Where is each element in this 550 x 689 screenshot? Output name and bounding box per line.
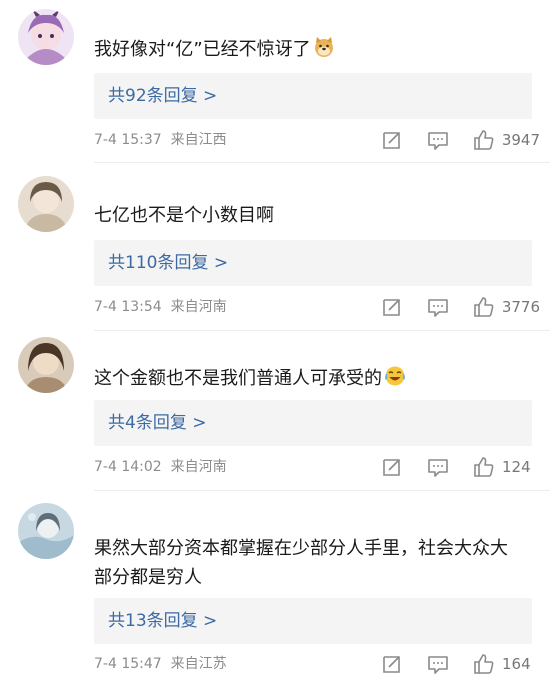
thumbs-up-icon[interactable]	[472, 455, 496, 479]
comment-meta: 7-4 15:47 来自江苏 164	[94, 652, 540, 676]
forward-icon[interactable]	[380, 128, 404, 152]
comment-location: 来自江苏	[170, 656, 227, 672]
comment-icon[interactable]	[426, 128, 450, 152]
thumbs-up-icon[interactable]	[472, 295, 496, 319]
divider	[94, 330, 550, 331]
laugh-cry-emoji-icon	[384, 365, 406, 396]
doge-emoji-icon	[313, 36, 335, 67]
comment-text: 七亿也不是个小数目啊	[94, 201, 524, 230]
comment-time: 7-4 13:54	[94, 299, 162, 315]
avatar[interactable]	[18, 176, 74, 232]
comment-icon[interactable]	[426, 652, 450, 676]
forward-icon[interactable]	[380, 295, 404, 319]
avatar-image	[18, 337, 74, 393]
comment-icon[interactable]	[426, 455, 450, 479]
like-count: 3947	[501, 131, 540, 149]
comment-time: 7-4 14:02	[94, 459, 162, 475]
like-count: 124	[502, 458, 531, 476]
comment-text-content: 这个金额也不是我们普通人可承受的	[94, 368, 382, 389]
divider	[94, 490, 550, 491]
forward-icon[interactable]	[380, 455, 404, 479]
comment-time: 7-4 15:37	[94, 132, 162, 148]
comment-meta: 7-4 13:54 来自河南 3776	[94, 295, 540, 319]
comment-text-content: 果然大部分资本都掌握在少部分人手里，社会大众大部分都是穷人	[94, 538, 508, 588]
comment-text: 果然大部分资本都掌握在少部分人手里，社会大众大部分都是穷人	[94, 534, 524, 592]
thumbs-up-icon[interactable]	[472, 128, 496, 152]
comment-icon[interactable]	[426, 295, 450, 319]
comment-time: 7-4 15:47	[94, 656, 162, 672]
avatar[interactable]	[18, 337, 74, 393]
view-replies-link[interactable]: 共4条回复 >	[94, 400, 532, 446]
avatar[interactable]	[18, 9, 74, 65]
view-replies-link[interactable]: 共13条回复 >	[94, 598, 532, 644]
view-replies-link[interactable]: 共110条回复 >	[94, 240, 532, 286]
comment-location: 来自江西	[170, 132, 227, 148]
divider	[94, 162, 550, 163]
comment-text-content: 我好像对“亿”已经不惊讶了	[94, 39, 311, 60]
forward-icon[interactable]	[380, 652, 404, 676]
avatar-image	[18, 176, 74, 232]
comment-meta: 7-4 15:37 来自江西 3947	[94, 128, 540, 152]
like-count: 3776	[501, 298, 540, 316]
comment-text-content: 七亿也不是个小数目啊	[94, 205, 274, 226]
like-count: 164	[502, 655, 531, 673]
comment-location: 来自河南	[170, 459, 227, 475]
avatar-image	[18, 9, 74, 65]
thumbs-up-icon[interactable]	[472, 652, 496, 676]
comment-text: 这个金额也不是我们普通人可承受的	[94, 364, 524, 396]
avatar-image	[18, 503, 74, 559]
comment-location: 来自河南	[170, 299, 227, 315]
avatar[interactable]	[18, 503, 74, 559]
comment-text: 我好像对“亿”已经不惊讶了	[94, 35, 524, 67]
comment-meta: 7-4 14:02 来自河南 124	[94, 455, 540, 479]
view-replies-link[interactable]: 共92条回复 >	[94, 73, 532, 119]
